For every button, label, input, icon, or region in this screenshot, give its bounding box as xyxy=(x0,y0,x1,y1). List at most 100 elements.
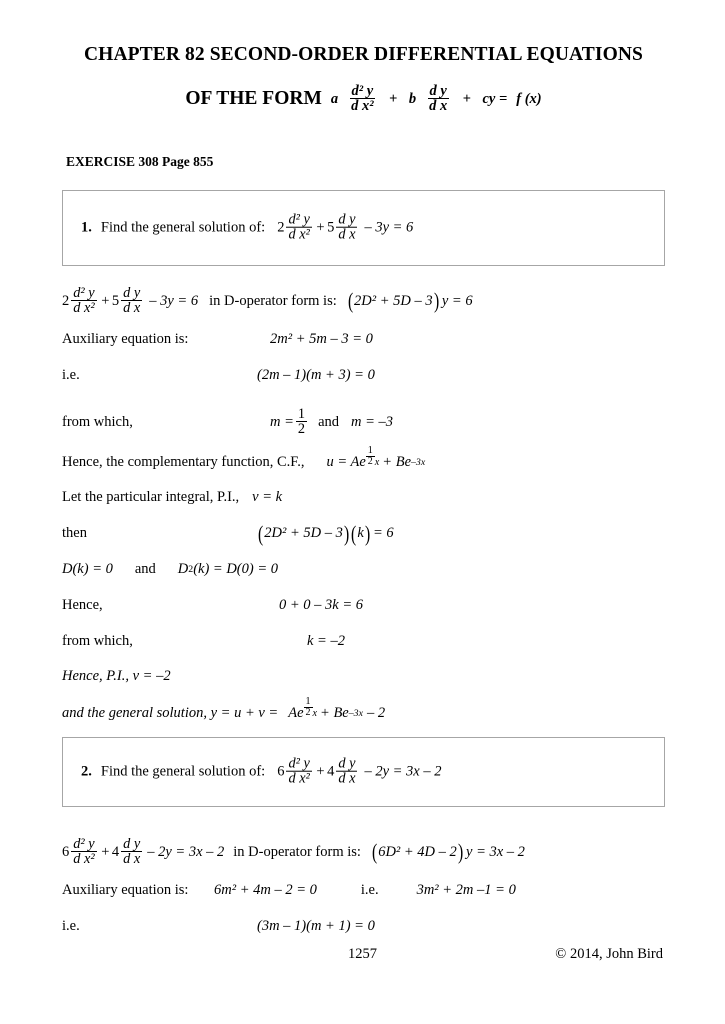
s2-d2y-numerator: d² y xyxy=(71,835,97,853)
s1-general-exponent: 1 2 x xyxy=(303,696,318,719)
question-1-first-derivative: d y d x xyxy=(336,212,358,243)
s1-then-bracket-body: 2D² + 5D – 3 xyxy=(264,525,343,542)
s1-then-k-close: ) xyxy=(364,521,371,546)
s1-m-numerator: 1 xyxy=(295,405,308,423)
s1-m-and: and xyxy=(318,413,339,430)
question-1-d2y-numerator: d² y xyxy=(286,211,312,228)
s2-ie-equation: (3m – 1)(m + 1) = 0 xyxy=(257,918,375,934)
s2-dy-denominator: d x xyxy=(123,851,141,868)
s1-general-exponent-denominator: 2 xyxy=(305,706,311,718)
title-plus-1: + xyxy=(389,90,398,107)
s1-m-fraction: 1 2 xyxy=(295,405,308,438)
s1-m-second-root: m = –3 xyxy=(351,413,394,430)
question-1-coef-1: 2 xyxy=(277,219,285,236)
s1-cf-exponent-fraction: 1 2 xyxy=(365,445,375,468)
s1-d2y-numerator: d² y xyxy=(71,284,97,302)
s2-plus: + xyxy=(101,843,110,860)
s1-bracket-open: ( xyxy=(347,289,354,313)
title-cy-term: cy = xyxy=(482,90,508,107)
s2-second-derivative: d² y d x² xyxy=(71,835,97,868)
document-page: CHAPTER 82 SECOND-ORDER DIFFERENTIAL EQU… xyxy=(0,0,725,1024)
question-box-2: 2. Find the general solution of: 6 d² y … xyxy=(62,737,665,807)
title-line-2: OF THE FORM a d² y d x² + b d y d x + cy… xyxy=(62,82,665,115)
solution-1-roots-row: from which, m = 1 2 and m = –3 xyxy=(62,405,672,438)
question-2-second-derivative: d² y d x² xyxy=(286,756,312,787)
s2-ie-label: i.e. xyxy=(62,918,80,934)
s1-dk-second-b: (k) = D(0) = 0 xyxy=(193,561,278,577)
s1-general-exponent-fraction: 1 2 xyxy=(303,696,313,719)
question-1-content: 1. Find the general solution of: 2 d² y … xyxy=(81,211,414,244)
s1-ie-equation: (2m – 1)(m + 3) = 0 xyxy=(257,367,375,383)
s1-then-k: k xyxy=(357,525,364,542)
s1-fromwhich2-label: from which, xyxy=(62,633,133,649)
solution-2-doperator-row: 6 d² y d x² + 4 d y d x – 2y = 3x – 2 in… xyxy=(62,835,672,868)
s2-result: y = 3x – 2 xyxy=(466,843,525,860)
s1-then-bracket-open: ( xyxy=(258,521,264,546)
solution-1-ie-row: i.e. (2m – 1)(m + 3) = 0 xyxy=(62,367,672,384)
question-1-dy-denominator: d x xyxy=(338,227,356,243)
s1-coef-1: 2 xyxy=(62,292,70,309)
s1-cf-exponent: 1 2 x xyxy=(365,445,380,468)
s1-general-tail: – 2 xyxy=(366,705,386,722)
s1-dk-first: D(k) = 0 xyxy=(62,561,113,577)
question-2-d2y-denominator: d x² xyxy=(288,771,310,787)
exercise-heading: EXERCISE 308 Page 855 xyxy=(66,154,214,169)
s1-fromwhich-label: from which, xyxy=(62,413,133,430)
s1-cf-exponent-variable: x xyxy=(374,456,380,468)
s1-cf-exponent-denominator: 2 xyxy=(367,455,373,467)
s1-pi-label: Let the particular integral, P.I., xyxy=(62,489,240,505)
question-2-number: 2. xyxy=(81,763,92,780)
question-2-tail: – 2y = 3x – 2 xyxy=(364,763,442,780)
s1-general-label: and the general solution, y = u + v = xyxy=(62,705,279,722)
title-first-derivative: d y d x xyxy=(427,83,449,115)
title-coef-b: b xyxy=(408,90,417,107)
solution-1-hence-row: Hence, 0 + 0 – 3k = 6 xyxy=(62,597,672,614)
s2-d2y-denominator: d x² xyxy=(73,851,95,868)
title-d2y-denominator: d x² xyxy=(351,98,374,115)
question-1-prompt: Find the general solution of: xyxy=(100,219,266,236)
title-of-the-form-label: OF THE FORM xyxy=(185,88,322,110)
title-dy-denominator: d x xyxy=(429,98,448,115)
solution-2-ie-row: i.e. (3m – 1)(m + 1) = 0 xyxy=(62,918,672,935)
question-2-prompt: Find the general solution of: xyxy=(100,763,266,780)
question-1-d2y-denominator: d x² xyxy=(288,227,310,243)
solution-1-doperator-row: 2 d² y d x² + 5 d y d x – 3y = 6 in D-op… xyxy=(62,284,672,317)
question-2-coef-1: 6 xyxy=(277,763,285,780)
s1-aux-equation: 2m² + 5m – 3 = 0 xyxy=(270,331,373,347)
s1-cf-equation-start: u = Ae xyxy=(326,454,366,471)
s1-m-denominator: 2 xyxy=(297,421,306,438)
s1-connector: in D-operator form is: xyxy=(209,292,337,309)
question-1-tail: – 3y = 6 xyxy=(364,219,414,236)
s1-general-exponent-variable: x xyxy=(312,707,318,719)
s2-lhs-tail: – 2y = 3x – 2 xyxy=(147,843,225,860)
question-2-dy-numerator: d y xyxy=(336,755,358,772)
question-1-second-derivative: d² y d x² xyxy=(286,211,312,243)
question-box-1: 1. Find the general solution of: 2 d² y … xyxy=(62,190,665,266)
s1-hence-equation: 0 + 0 – 3k = 6 xyxy=(279,597,364,613)
question-2-dy-denominator: d x xyxy=(338,771,356,787)
s1-then-label: then xyxy=(62,525,87,542)
s1-bracket-body: 2D² + 5D – 3 xyxy=(354,292,433,309)
solution-1-cf-row: Hence, the complementary function, C.F.,… xyxy=(62,444,426,471)
s2-connector: in D-operator form is: xyxy=(233,843,361,860)
title-line-1: CHAPTER 82 SECOND-ORDER DIFFERENTIAL EQU… xyxy=(84,44,643,65)
title-coef-a: a xyxy=(330,90,339,107)
s2-coef-1: 6 xyxy=(62,843,70,860)
s1-dy-numerator: d y xyxy=(121,284,143,302)
title-fx-term: f (x) xyxy=(516,90,542,107)
s1-bracket-close: ) xyxy=(433,289,439,313)
solution-1-dk-row: D(k) = 0 and D 2 (k) = D(0) = 0 xyxy=(62,561,278,577)
question-1-plus: + xyxy=(316,219,325,236)
s1-then-result: = 6 xyxy=(373,525,394,542)
s1-aux-label: Auxiliary equation is: xyxy=(62,331,189,347)
title-d2y-numerator: d² y xyxy=(349,82,376,100)
s1-then-k-open: ( xyxy=(351,521,357,546)
s1-hence-label: Hence, xyxy=(62,597,103,613)
s1-pi-value: v = k xyxy=(252,489,283,505)
s1-first-derivative: d y d x xyxy=(121,284,143,317)
question-1-coef-2: 5 xyxy=(327,219,335,236)
s1-dk-second-a: D xyxy=(177,561,189,577)
s1-fromwhich2-equation: k = –2 xyxy=(307,633,345,649)
s1-general-start: Ae xyxy=(288,705,304,722)
s1-general-end: + Be xyxy=(320,705,349,722)
